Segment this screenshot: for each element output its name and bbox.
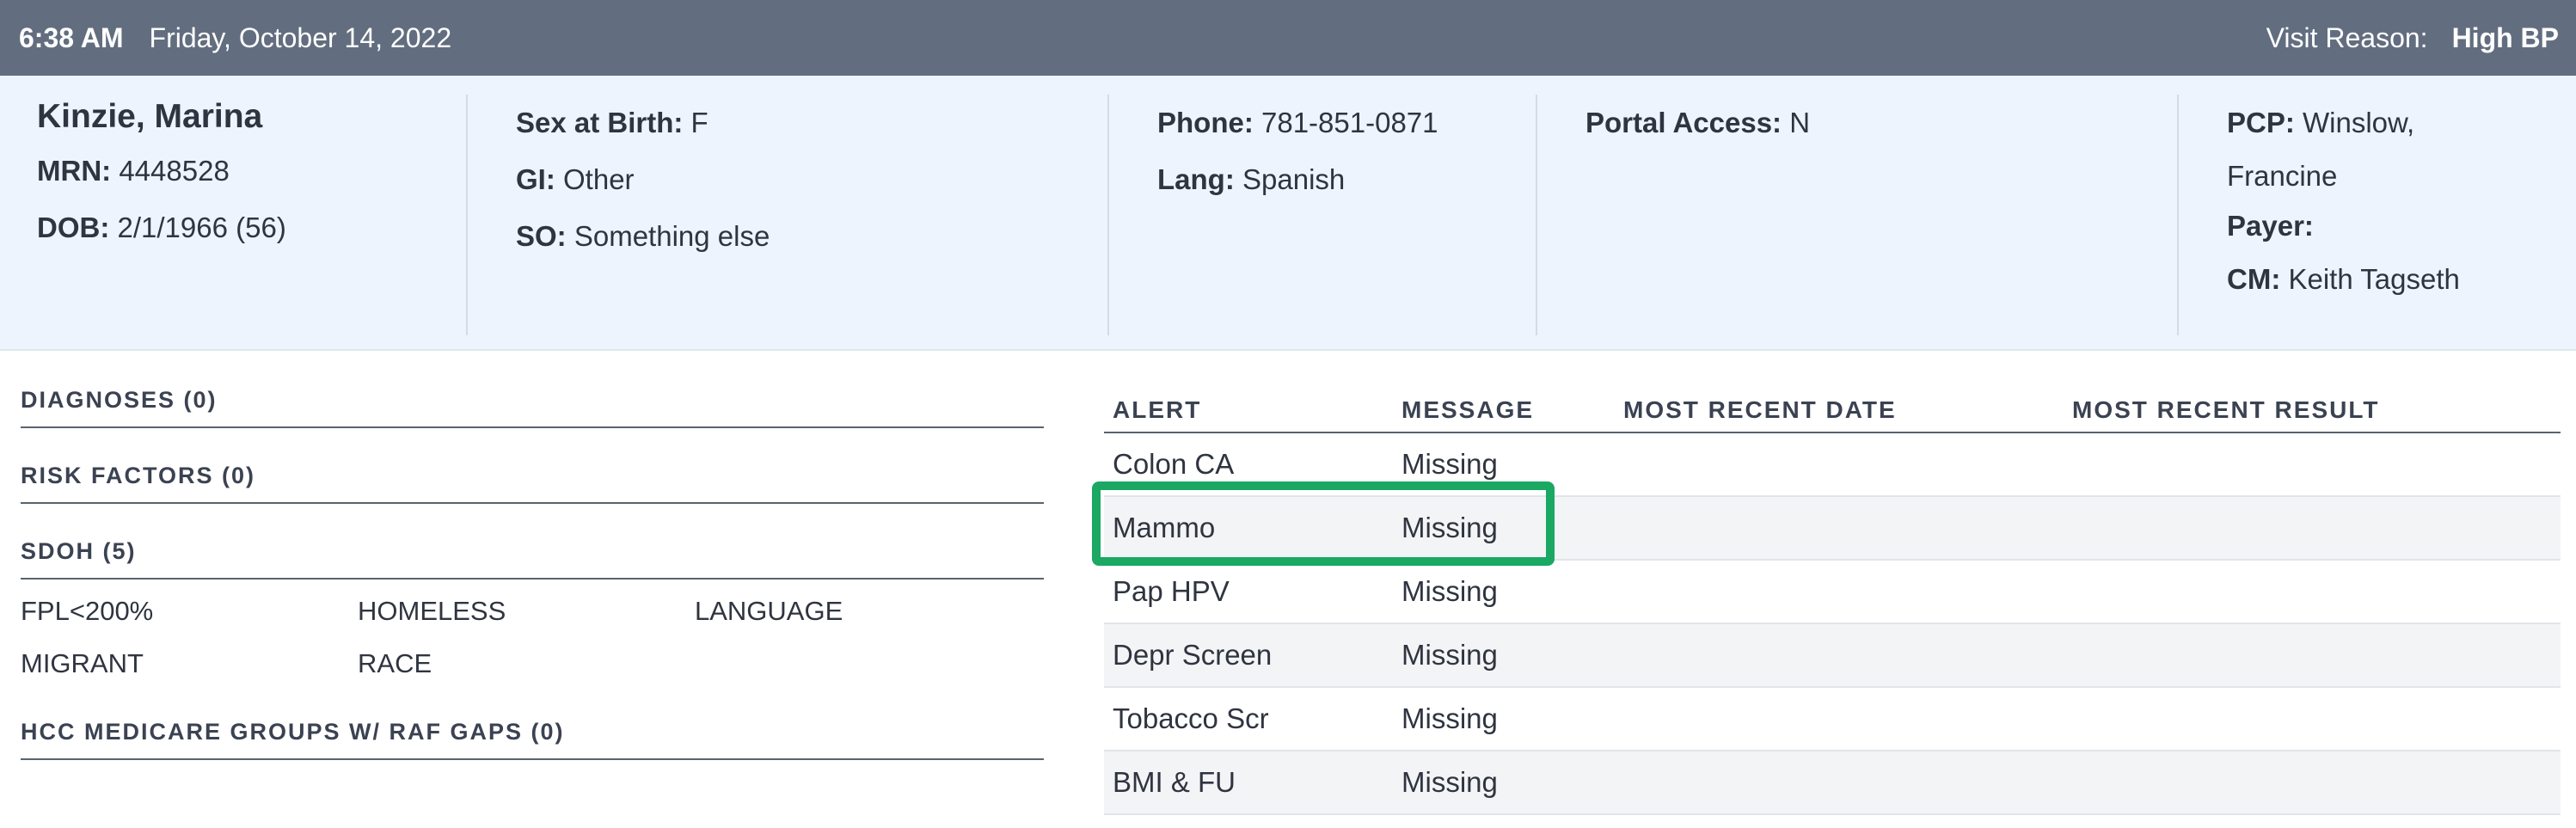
- payer-label: Payer:: [2227, 210, 2314, 242]
- gi-label: GI:: [516, 163, 555, 195]
- result-cell: [2064, 496, 2561, 561]
- result-cell: [2064, 432, 2561, 497]
- pcp-label: PCP:: [2227, 107, 2295, 138]
- patient-portal: Portal Access: N: [1536, 95, 2177, 335]
- message-cell: Missing: [1393, 623, 1615, 688]
- header-most-recent-date[interactable]: MOST RECENT DATE: [1615, 389, 2064, 433]
- current-date: Friday, October 14, 2022: [149, 21, 452, 53]
- date-cell: [1615, 432, 2064, 497]
- sdoh-item: LANGUAGE: [695, 596, 843, 626]
- phone-value: 781-851-0871: [1261, 107, 1438, 138]
- risk-factors-section-header[interactable]: RISK FACTORS (0): [21, 454, 1044, 504]
- alert-cell: Tobacco Scr: [1104, 687, 1393, 751]
- gi-field: GI: Other: [516, 151, 1107, 208]
- phone-label: Phone:: [1157, 107, 1254, 138]
- cm-label: CM:: [2227, 263, 2281, 295]
- patient-header: Kinzie, Marina MRN: 4448528 DOB: 2/1/196…: [0, 76, 2576, 351]
- patient-care-team: PCP: Winslow, Francine Payer: CM: Keith …: [2177, 95, 2576, 335]
- date-cell: [1615, 687, 2064, 751]
- table-row[interactable]: Pap HPV Missing: [1104, 560, 2561, 624]
- so-value: Something else: [573, 220, 770, 252]
- phone-field: Phone: 781-851-0871: [1157, 95, 1536, 151]
- patient-contact: Phone: 781-851-0871 Lang: Spanish: [1107, 95, 1536, 335]
- sdoh-item: FPL<200%: [21, 596, 154, 626]
- patient-demographics: Sex at Birth: F GI: Other SO: Something …: [466, 95, 1107, 335]
- gi-value: Other: [563, 163, 635, 195]
- alert-cell: BMI & FU: [1104, 751, 1393, 815]
- result-cell: [2064, 560, 2561, 624]
- sdoh-section-header[interactable]: SDOH (5): [21, 530, 1044, 580]
- date-cell: [1615, 560, 2064, 624]
- patient-identity: Kinzie, Marina MRN: 4448528 DOB: 2/1/196…: [0, 95, 466, 335]
- table-row[interactable]: BMI & FU Missing: [1104, 751, 2561, 815]
- date-cell: [1615, 751, 2064, 815]
- message-cell: Missing: [1393, 751, 1615, 815]
- lang-value: Spanish: [1242, 163, 1346, 195]
- pcp-value-line1: Winslow,: [2303, 107, 2415, 138]
- pcp-value-line2: Francine: [2227, 160, 2338, 192]
- sex-label: Sex at Birth:: [516, 107, 684, 138]
- alert-cell: Depr Screen: [1104, 623, 1393, 688]
- result-cell: [2064, 751, 2561, 815]
- cm-value: Keith Tagseth: [2288, 263, 2460, 295]
- hcc-section-header[interactable]: HCC MEDICARE GROUPS W/ RAF GAPS (0): [21, 710, 1044, 760]
- datetime: 6:38 AM Friday, October 14, 2022: [19, 22, 451, 54]
- pcp-field: PCP: Winslow,: [2227, 95, 2576, 151]
- portal-value: N: [1789, 107, 1811, 138]
- alerts-header-row: ALERT MESSAGE MOST RECENT DATE MOST RECE…: [1104, 389, 2561, 433]
- alert-cell: Pap HPV: [1104, 560, 1393, 624]
- mrn-value: 4448528: [119, 155, 230, 187]
- table-row[interactable]: Colon CA Missing: [1104, 432, 2561, 497]
- message-cell: Missing: [1393, 560, 1615, 624]
- visit-reason-label: Visit Reason:: [2266, 21, 2428, 53]
- mrn-label: MRN:: [37, 155, 112, 187]
- table-row[interactable]: Tobacco Scr Missing: [1104, 687, 2561, 751]
- message-cell: Missing: [1393, 432, 1615, 497]
- alert-cell: Colon CA: [1104, 432, 1393, 497]
- sdoh-item: HOMELESS: [358, 596, 506, 626]
- current-time: 6:38 AM: [19, 21, 124, 53]
- date-cell: [1615, 496, 2064, 561]
- result-cell: [2064, 623, 2561, 688]
- pcp-field-line2: Francine: [2227, 151, 2576, 201]
- payer-field: Payer:: [2227, 201, 2576, 251]
- result-cell: [2064, 687, 2561, 751]
- sex-field: Sex at Birth: F: [516, 95, 1107, 151]
- table-row[interactable]: Mammo Missing: [1104, 496, 2561, 561]
- so-field: SO: Something else: [516, 208, 1107, 265]
- so-label: SO:: [516, 220, 567, 252]
- message-cell: Missing: [1393, 496, 1615, 561]
- portal-field: Portal Access: N: [1585, 95, 2177, 151]
- alerts-table: ALERT MESSAGE MOST RECENT DATE MOST RECE…: [1104, 389, 2561, 815]
- header-most-recent-result[interactable]: MOST RECENT RESULT: [2064, 389, 2561, 433]
- sdoh-list: FPL<200% HOMELESS LANGUAGE MIGRANT RACE: [21, 585, 1044, 690]
- visit-reason-value: High BP: [2451, 21, 2559, 53]
- header-message[interactable]: MESSAGE: [1393, 389, 1615, 433]
- dob-label: DOB:: [37, 212, 110, 243]
- alerts-panel: ALERT MESSAGE MOST RECENT DATE MOST RECE…: [1104, 389, 2561, 815]
- sex-value: F: [690, 107, 708, 138]
- header-alert[interactable]: ALERT: [1104, 389, 1393, 433]
- dob-value: 2/1/1966 (56): [117, 212, 286, 243]
- top-bar: 6:38 AM Friday, October 14, 2022 Visit R…: [0, 0, 2576, 76]
- alert-cell: Mammo: [1104, 496, 1393, 561]
- date-cell: [1615, 623, 2064, 688]
- sdoh-item: RACE: [358, 648, 432, 678]
- lang-field: Lang: Spanish: [1157, 151, 1536, 208]
- clinical-sections: DIAGNOSES (0) RISK FACTORS (0) SDOH (5) …: [21, 378, 1044, 786]
- visit-reason: Visit Reason: High BP: [2266, 22, 2559, 54]
- patient-name: Kinzie, Marina: [37, 98, 263, 135]
- dob-field: DOB: 2/1/1966 (56): [37, 199, 466, 256]
- lang-label: Lang:: [1157, 163, 1235, 195]
- diagnoses-section-header[interactable]: DIAGNOSES (0): [21, 378, 1044, 428]
- table-row[interactable]: Depr Screen Missing: [1104, 623, 2561, 688]
- mrn-field: MRN: 4448528: [37, 143, 466, 199]
- portal-label: Portal Access:: [1585, 107, 1782, 138]
- message-cell: Missing: [1393, 687, 1615, 751]
- sdoh-item: MIGRANT: [21, 648, 144, 678]
- cm-field: CM: Keith Tagseth: [2227, 251, 2576, 308]
